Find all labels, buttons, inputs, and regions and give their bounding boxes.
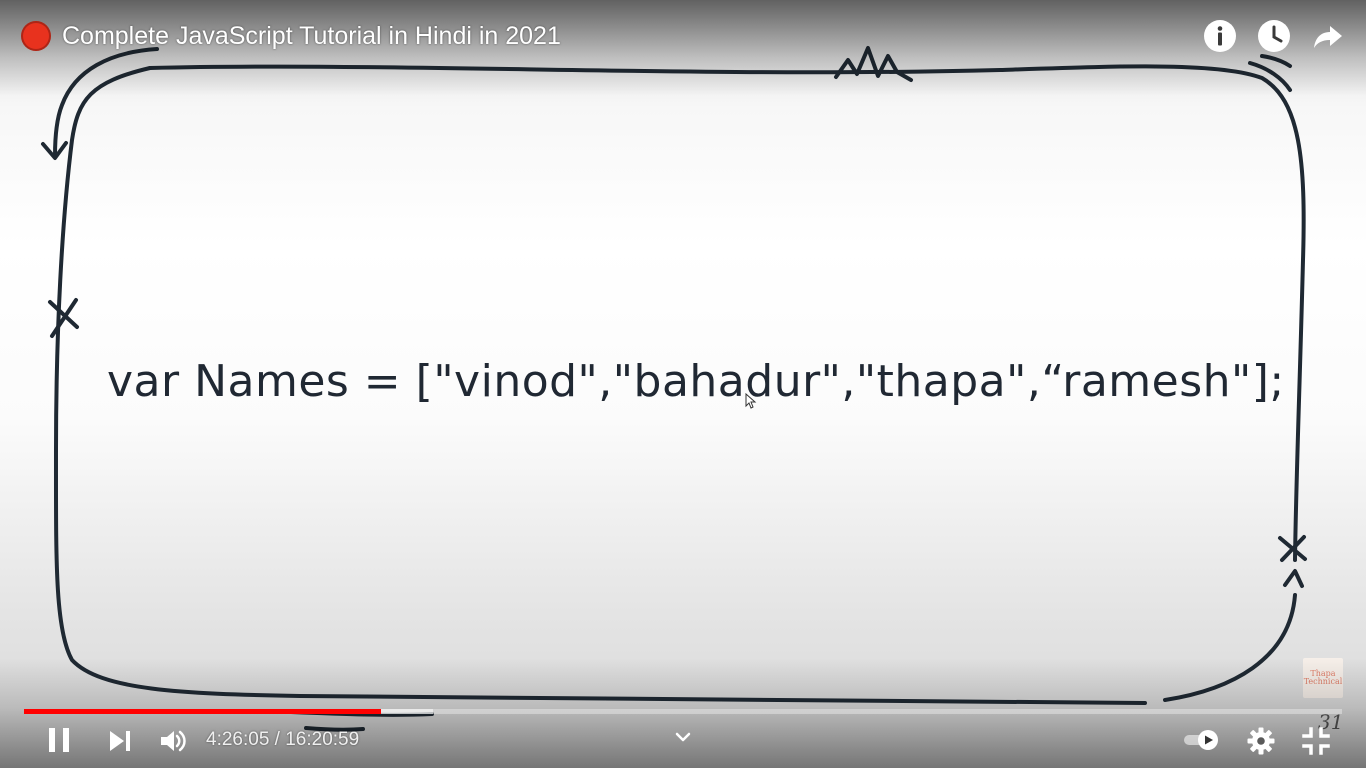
time-display: 4:26:05 / 16:20:59 [206,729,360,750]
exit-fullscreen-icon[interactable] [1301,726,1331,756]
video-title[interactable]: Complete JavaScript Tutorial in Hindi in… [62,22,561,51]
gear-icon[interactable] [1246,726,1276,756]
chevron-down-icon[interactable] [674,729,692,745]
channel-avatar-icon[interactable] [21,21,51,51]
share-icon[interactable] [1310,18,1346,54]
video-frame[interactable]: var Names = ["vinod","bahadur","thapa",“… [0,0,1366,768]
mouse-cursor-icon [745,393,757,409]
pause-icon[interactable] [44,725,74,755]
code-text: var Names = ["vinod","bahadur","thapa",“… [107,356,1285,407]
progress-bar[interactable] [24,706,1342,718]
volume-icon[interactable] [158,726,188,756]
autoplay-toggle-icon[interactable] [1182,728,1220,752]
next-icon[interactable] [106,727,134,755]
clock-icon[interactable] [1256,18,1292,54]
info-icon[interactable] [1202,18,1238,54]
progress-played [24,709,382,714]
